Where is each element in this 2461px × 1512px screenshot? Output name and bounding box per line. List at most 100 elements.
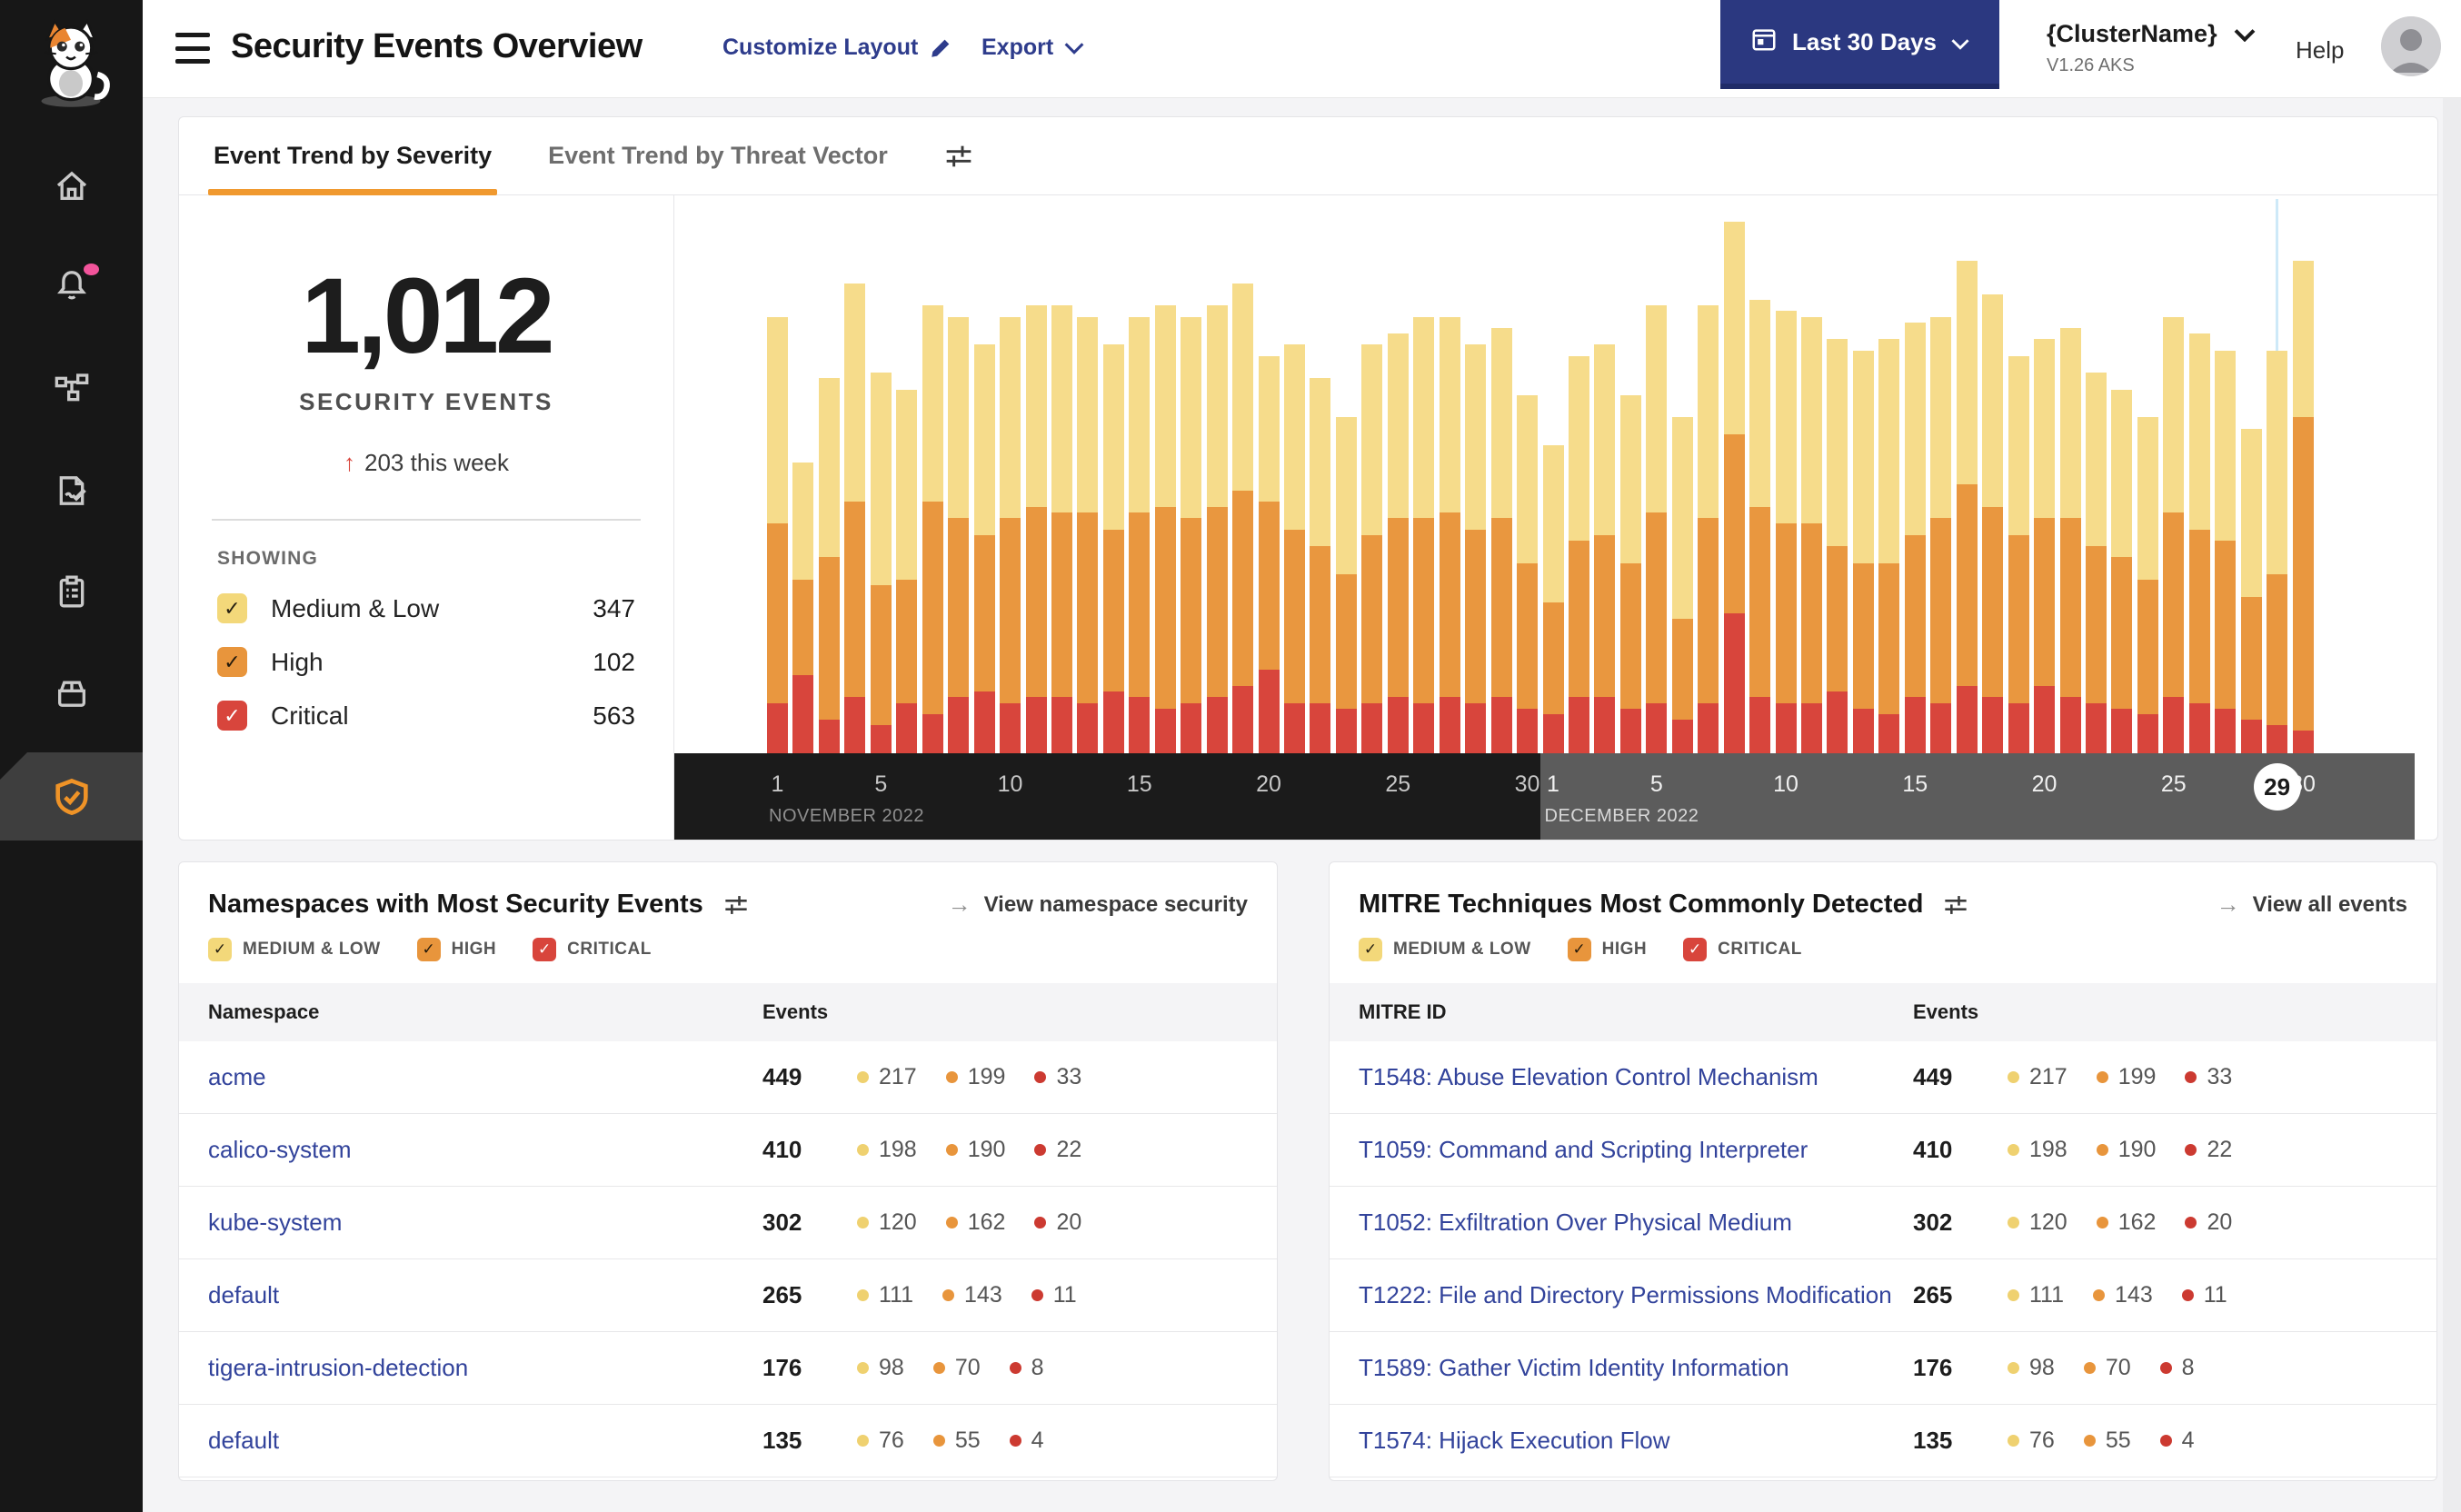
chart-bar[interactable]: [1000, 316, 1021, 753]
chart-bar[interactable]: [973, 344, 995, 753]
chart-bar[interactable]: [1619, 394, 1641, 753]
chart-bar[interactable]: [896, 389, 918, 753]
chart-bar[interactable]: [1646, 305, 1668, 753]
sidebar-item-compliance-reports[interactable]: [0, 564, 143, 619]
severity-checkbox[interactable]: [217, 647, 247, 677]
panel-settings-icon[interactable]: [723, 892, 749, 918]
chart-bar[interactable]: [1775, 311, 1797, 753]
view-all-events-link[interactable]: → View all events: [2217, 890, 2407, 919]
chart-bar[interactable]: [844, 283, 866, 753]
severity-checkbox[interactable]: [1567, 938, 1591, 961]
chart-bar[interactable]: [792, 462, 814, 753]
help-link[interactable]: Help: [2296, 36, 2344, 65]
filter-chip-0[interactable]: MEDIUM & LOW: [208, 938, 381, 961]
sidebar-item-threat-defense[interactable]: [0, 752, 143, 841]
chart-bar[interactable]: [922, 305, 943, 753]
chart-bar[interactable]: [1542, 445, 1564, 753]
row-link[interactable]: default: [208, 1281, 279, 1308]
chart-bar[interactable]: [1568, 355, 1589, 753]
severity-filter-2[interactable]: Critical 563: [217, 701, 635, 731]
row-link[interactable]: T1589: Gather Victim Identity Informatio…: [1359, 1354, 1789, 1381]
sidebar-item-alerts[interactable]: [0, 258, 143, 313]
chart-bar[interactable]: [2215, 350, 2237, 753]
chart-bar[interactable]: [1025, 305, 1047, 753]
filter-chip-0[interactable]: MEDIUM & LOW: [1359, 938, 1531, 961]
chart-bar[interactable]: [1930, 316, 1952, 753]
chart-bar[interactable]: [1284, 344, 1305, 753]
chart-bar[interactable]: [1852, 350, 1874, 753]
chart-bar[interactable]: [1181, 316, 1202, 753]
chart-bar[interactable]: [1490, 327, 1512, 753]
chart-bar[interactable]: [1956, 260, 1978, 753]
chart-bar[interactable]: [1671, 417, 1693, 753]
customize-layout-button[interactable]: Customize Layout: [722, 35, 952, 61]
severity-checkbox[interactable]: [217, 701, 247, 731]
chart-bar[interactable]: [1904, 322, 1926, 753]
chart-bar[interactable]: [1878, 339, 1900, 753]
chart-bar[interactable]: [1594, 344, 1616, 753]
chart-bar[interactable]: [1413, 316, 1435, 753]
severity-checkbox[interactable]: [533, 938, 557, 961]
chart-bar[interactable]: [1387, 333, 1409, 753]
chart-bar[interactable]: [1335, 417, 1357, 753]
chart-bar[interactable]: [1698, 305, 1719, 753]
row-link[interactable]: default: [208, 1427, 279, 1454]
severity-checkbox[interactable]: [416, 938, 441, 961]
sidebar-item-home[interactable]: [0, 159, 143, 214]
row-link[interactable]: acme: [208, 1063, 266, 1090]
view-namespace-security-link[interactable]: → View namespace security: [948, 890, 1248, 919]
chart-bar[interactable]: [1129, 316, 1151, 753]
tab-event-trend-by-severity[interactable]: Event Trend by Severity: [207, 117, 498, 195]
chart-bar[interactable]: [870, 373, 892, 753]
cluster-selector[interactable]: {ClusterName} V1.26 AKS: [2047, 20, 2256, 76]
chart-bar[interactable]: [2267, 350, 2288, 753]
chart-bar[interactable]: [1258, 355, 1280, 753]
severity-checkbox[interactable]: [1683, 938, 1708, 961]
chart-bar[interactable]: [2059, 327, 2081, 753]
chart-bar[interactable]: [2111, 389, 2133, 753]
chart-bar[interactable]: [2137, 417, 2158, 753]
severity-filter-0[interactable]: Medium & Low 347: [217, 593, 635, 623]
panel-settings-icon[interactable]: [1943, 892, 1968, 918]
row-link[interactable]: calico-system: [208, 1136, 351, 1163]
chart-bar[interactable]: [1102, 344, 1124, 753]
chart-bar[interactable]: [1465, 344, 1487, 753]
chart-bar[interactable]: [2163, 316, 2185, 753]
row-link[interactable]: tigera-intrusion-detection: [208, 1354, 468, 1381]
row-link[interactable]: T1052: Exfiltration Over Physical Medium: [1359, 1209, 1792, 1236]
chart-bar[interactable]: [1827, 339, 1848, 753]
chart-bar[interactable]: [2034, 339, 2056, 753]
row-link[interactable]: kube-system: [208, 1209, 342, 1236]
tab-event-trend-by-threat-vector[interactable]: Event Trend by Threat Vector: [548, 117, 888, 194]
date-range-button[interactable]: Last 30 Days: [1720, 0, 1999, 89]
sidebar-item-service-graph[interactable]: [0, 362, 143, 416]
filter-chip-1[interactable]: HIGH: [416, 938, 497, 961]
selected-day-badge[interactable]: 29: [2253, 763, 2301, 811]
user-avatar[interactable]: [2381, 16, 2441, 76]
row-link[interactable]: T1059: Command and Scripting Interpreter: [1359, 1136, 1808, 1163]
row-link[interactable]: T1574: Hijack Execution Flow: [1359, 1427, 1669, 1454]
chart-bar[interactable]: [2008, 355, 2029, 753]
filter-chip-2[interactable]: CRITICAL: [533, 938, 652, 961]
severity-checkbox[interactable]: [217, 593, 247, 623]
chart-bar[interactable]: [1310, 378, 1331, 753]
chart-bar[interactable]: [818, 378, 840, 753]
row-link[interactable]: T1222: File and Directory Permissions Mo…: [1359, 1281, 1892, 1308]
severity-filter-1[interactable]: High 102: [217, 647, 635, 677]
chart-settings-icon[interactable]: [944, 142, 973, 171]
severity-checkbox[interactable]: [208, 938, 232, 961]
export-button[interactable]: Export: [981, 35, 1084, 61]
chart-bar[interactable]: [767, 316, 788, 753]
chart-bar[interactable]: [1439, 316, 1460, 753]
sidebar-item-manage[interactable]: [0, 665, 143, 720]
chart-bar[interactable]: [948, 316, 970, 753]
calico-cat-logo[interactable]: [24, 15, 118, 111]
chart-bar[interactable]: [2085, 373, 2107, 753]
chart-bar[interactable]: [2240, 428, 2262, 753]
chart-bar[interactable]: [2188, 333, 2210, 753]
chart-bar[interactable]: [1723, 221, 1745, 753]
sidebar-item-policies[interactable]: [0, 463, 143, 518]
severity-checkbox[interactable]: [1359, 938, 1382, 961]
chart-bar[interactable]: [1801, 316, 1822, 753]
filter-chip-1[interactable]: HIGH: [1567, 938, 1648, 961]
